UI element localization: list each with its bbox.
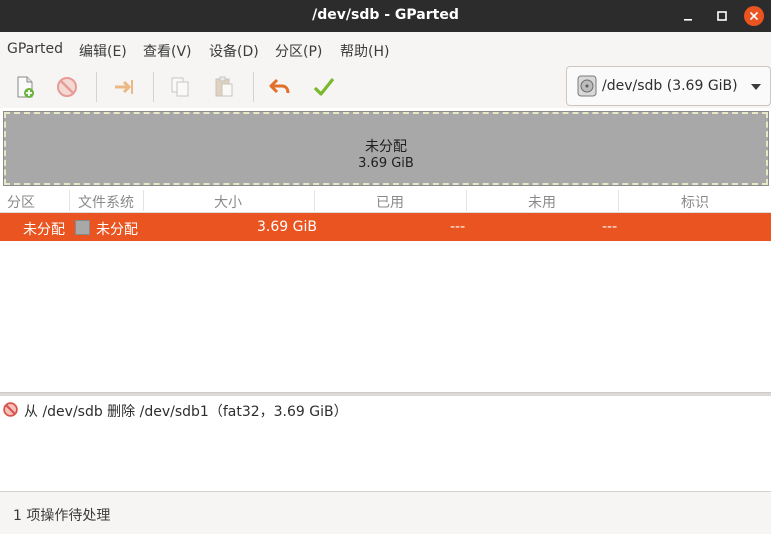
column-divider	[69, 190, 70, 211]
maximize-button[interactable]	[712, 6, 732, 26]
column-partition[interactable]: 分区	[7, 192, 35, 212]
close-button[interactable]	[744, 6, 764, 26]
table-header: 分区 文件系统 大小 已用 未用 标识	[0, 188, 771, 213]
menu-partition[interactable]: 分区(P)	[275, 41, 322, 61]
new-partition-button[interactable]	[8, 70, 42, 104]
toolbar-separator	[253, 72, 254, 102]
unallocated-block[interactable]: 未分配 3.69 GiB	[3, 111, 769, 186]
title-bar: /dev/sdb - GParted	[0, 0, 771, 32]
column-flags[interactable]: 标识	[681, 192, 709, 212]
column-used[interactable]: 已用	[376, 192, 404, 212]
minimize-icon	[684, 19, 692, 21]
paste-icon	[215, 76, 233, 97]
column-divider	[466, 190, 467, 211]
disk-icon	[577, 75, 597, 97]
toolbar-separator	[96, 72, 97, 102]
menu-gparted[interactable]: GParted	[7, 41, 63, 57]
status-bar: 1 项操作待处理	[0, 491, 771, 534]
window-title: /dev/sdb - GParted	[312, 7, 459, 23]
toolbar-separator	[153, 72, 154, 102]
menu-view[interactable]: 查看(V)	[143, 41, 192, 61]
device-selector[interactable]: /dev/sdb (3.69 GiB)	[566, 66, 771, 106]
delete-icon	[3, 402, 18, 417]
cell-unused: ---	[602, 219, 618, 235]
cell-partition: 未分配	[23, 222, 65, 238]
cell-used: ---	[450, 219, 466, 235]
menu-help[interactable]: 帮助(H)	[340, 41, 389, 61]
operation-text: 从 /dev/sdb 删除 /dev/sdb1（fat32，3.69 GiB）	[24, 404, 348, 420]
column-filesystem[interactable]: 文件系统	[78, 192, 134, 212]
device-label: /dev/sdb (3.69 GiB)	[602, 78, 738, 94]
cell-size: 3.69 GiB	[257, 219, 317, 235]
resize-move-icon	[115, 80, 133, 94]
minimize-button[interactable]	[678, 6, 698, 26]
delete-button[interactable]	[50, 70, 84, 104]
partition-visual: 未分配 3.69 GiB	[0, 108, 771, 188]
delete-icon	[57, 77, 77, 97]
column-divider	[314, 190, 315, 211]
unallocated-size: 3.69 GiB	[358, 156, 414, 171]
menu-bar: GParted 编辑(E) 查看(V) 设备(D) 分区(P) 帮助(H)	[0, 32, 771, 66]
column-divider	[143, 190, 144, 211]
table-row[interactable]: 未分配 未分配 3.69 GiB --- ---	[0, 213, 771, 241]
resize-move-button[interactable]	[107, 70, 141, 104]
cell-filesystem: 未分配	[96, 222, 138, 238]
close-icon	[749, 11, 759, 21]
unallocated-label: 未分配	[365, 139, 407, 155]
menu-device[interactable]: 设备(D)	[209, 41, 259, 61]
maximize-icon	[717, 11, 727, 21]
column-size[interactable]: 大小	[214, 192, 242, 212]
apply-button[interactable]	[307, 70, 341, 104]
pending-operations-list: 从 /dev/sdb 删除 /dev/sdb1（fat32，3.69 GiB）	[0, 396, 771, 491]
status-text: 1 项操作待处理	[13, 508, 111, 524]
filesystem-color-swatch	[75, 220, 90, 235]
undo-icon	[269, 78, 290, 94]
undo-button[interactable]	[263, 70, 297, 104]
chevron-down-icon	[751, 84, 761, 90]
apply-icon	[313, 78, 335, 96]
new-partition-icon	[17, 76, 34, 98]
paste-button[interactable]	[207, 70, 241, 104]
menu-edit[interactable]: 编辑(E)	[79, 41, 127, 61]
partition-table: 分区 文件系统 大小 已用 未用 标识 未分配 未分配 3.69 GiB ---…	[0, 188, 771, 392]
column-divider	[618, 190, 619, 211]
toolbar: /dev/sdb (3.69 GiB)	[0, 66, 771, 108]
copy-button[interactable]	[163, 70, 197, 104]
column-unused[interactable]: 未用	[528, 192, 556, 212]
copy-icon	[171, 77, 189, 97]
